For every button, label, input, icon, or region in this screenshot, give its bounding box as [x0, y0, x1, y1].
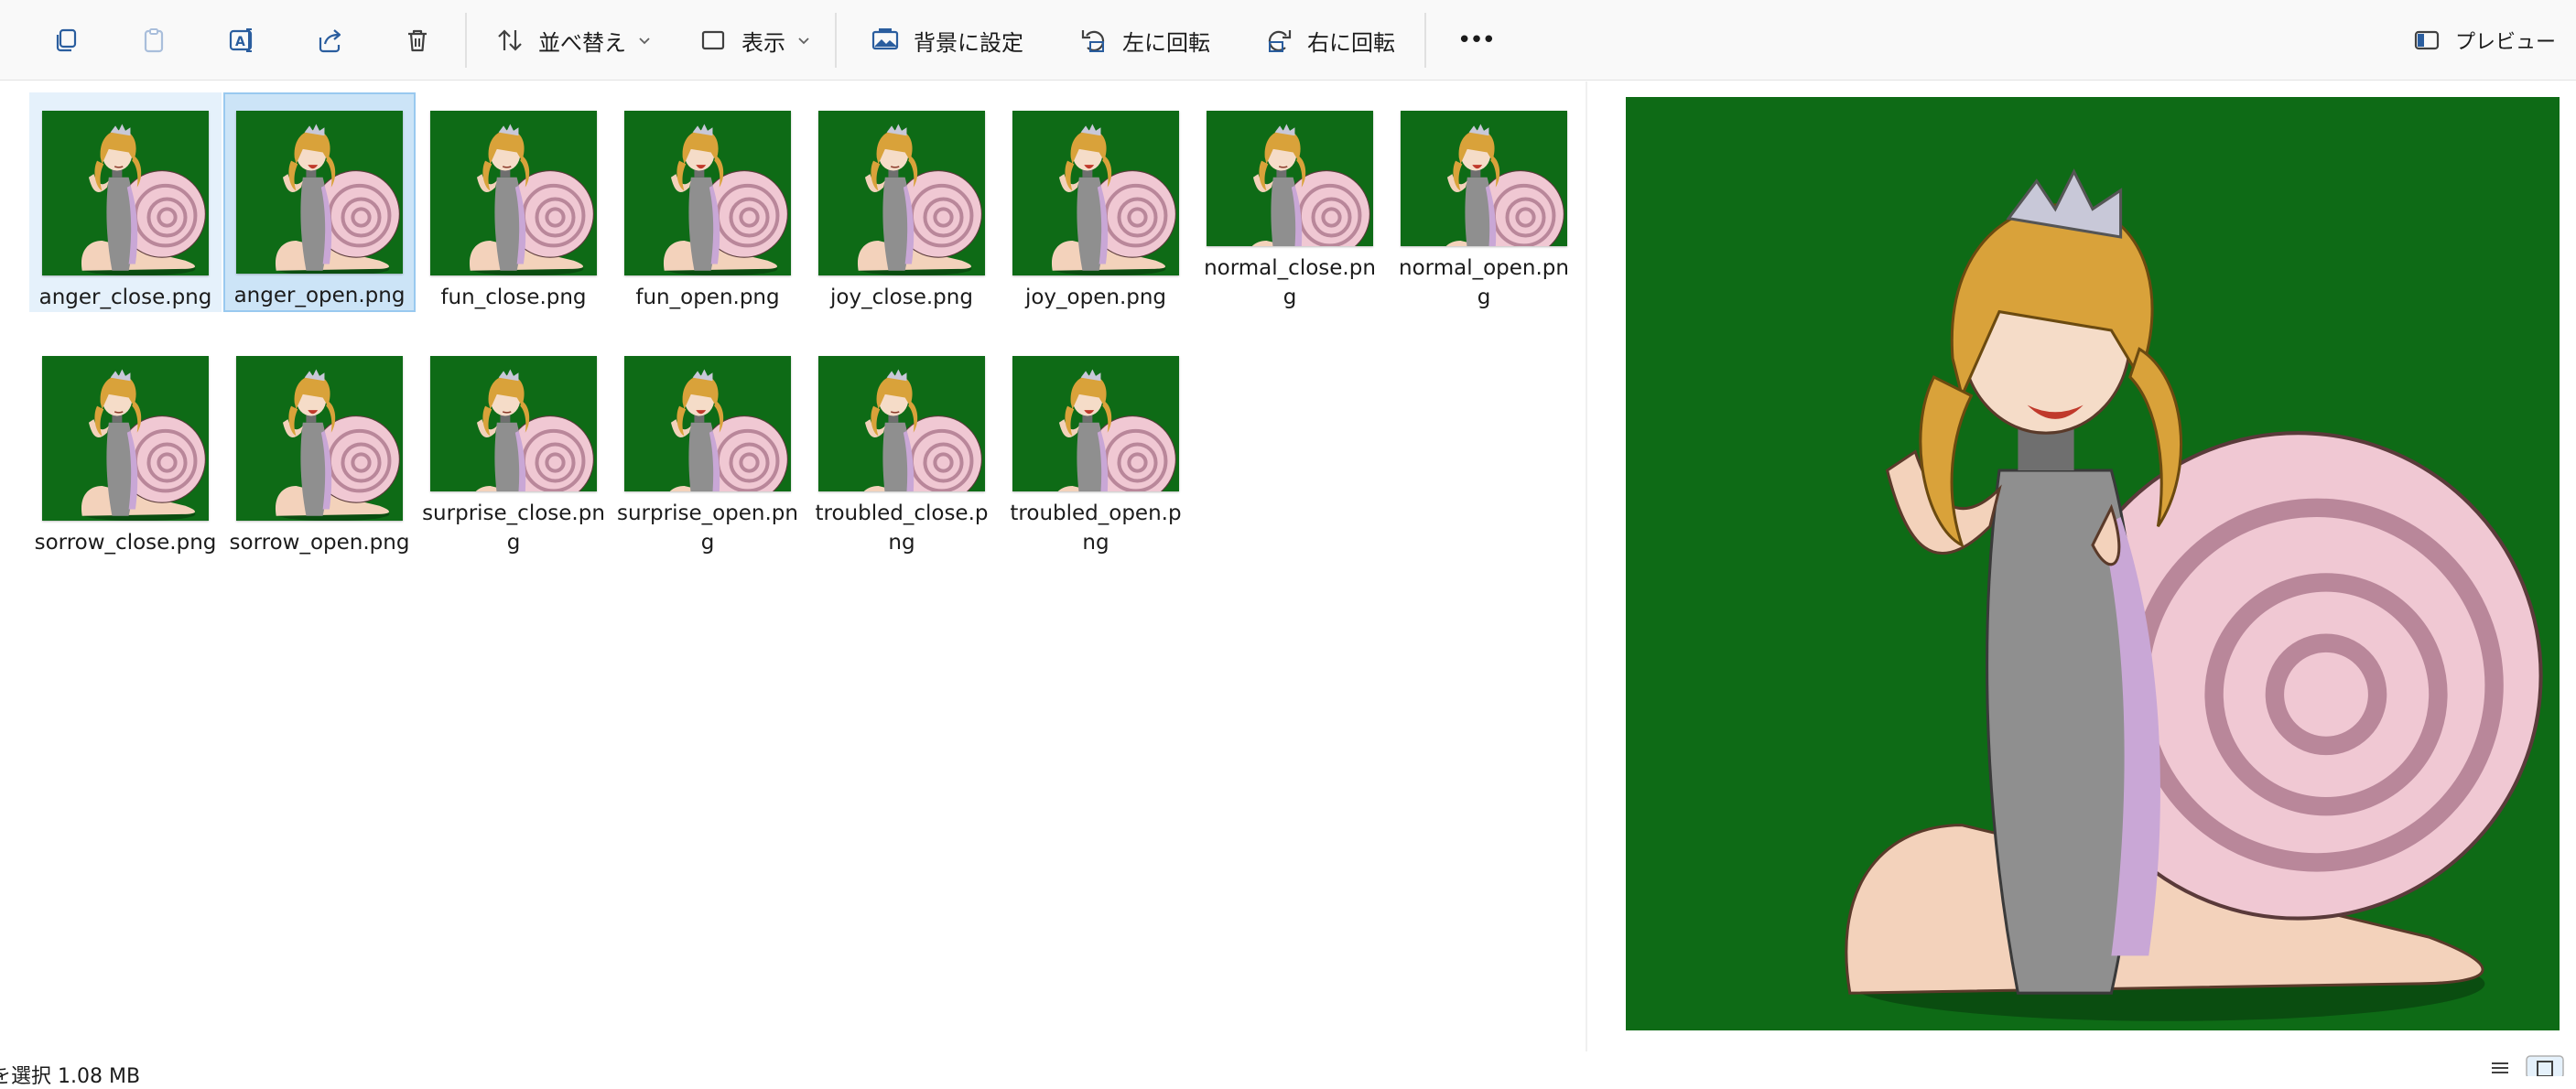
file-name-label: troubled_close.png	[815, 501, 989, 555]
status-bar: を選択 1.08 MB	[0, 1052, 2576, 1088]
file-thumbnail	[430, 356, 597, 491]
file-item[interactable]: normal_open.png	[1388, 92, 1580, 312]
file-item[interactable]: troubled_close.png	[806, 338, 998, 557]
toolbar-separator	[835, 13, 837, 68]
file-name-label: surprise_close.png	[422, 501, 605, 555]
large-icons-view-button[interactable]	[2525, 1052, 2565, 1076]
more-icon: •••	[1457, 27, 1496, 54]
chevron-down-icon	[637, 33, 652, 48]
file-name-label: fun_open.png	[635, 286, 780, 309]
preview-pane-icon	[2411, 25, 2442, 56]
file-name-label: sorrow_close.png	[34, 531, 217, 555]
file-item[interactable]: troubled_open.png	[1000, 338, 1192, 557]
chevron-down-icon	[796, 33, 811, 48]
set-background-button[interactable]: 背景に設定	[860, 16, 1033, 64]
file-item[interactable]: anger_open.png	[223, 92, 416, 312]
svg-text:A: A	[235, 35, 245, 49]
file-item[interactable]: joy_open.png	[1000, 92, 1192, 312]
file-item[interactable]: sorrow_open.png	[223, 338, 416, 557]
file-thumbnail	[1401, 111, 1567, 246]
rotate-right-label: 右に回転	[1307, 29, 1395, 56]
preview-image	[1626, 97, 2560, 1030]
toolbar-separator	[465, 13, 467, 68]
file-name-label: anger_open.png	[233, 284, 406, 307]
file-thumbnail	[818, 111, 985, 275]
rotate-right-button[interactable]: 右に回転	[1254, 16, 1404, 64]
file-name-label: joy_close.png	[830, 286, 973, 309]
sort-icon	[494, 25, 525, 56]
file-name-label: anger_close.png	[38, 286, 212, 309]
pane-divider[interactable]	[1586, 81, 1587, 1051]
file-item[interactable]: joy_close.png	[806, 92, 998, 312]
file-name-label: normal_close.png	[1204, 256, 1376, 309]
set-background-label: 背景に設定	[914, 29, 1023, 56]
file-thumbnail	[236, 356, 403, 521]
file-list: anger_close.png anger_open.png fun_close…	[0, 81, 1586, 1051]
file-thumbnail	[624, 356, 791, 491]
preview-pane-button[interactable]: プレビュー	[2402, 16, 2565, 64]
rotate-left-label: 左に回転	[1122, 29, 1210, 56]
file-item[interactable]: surprise_open.png	[612, 338, 804, 557]
command-bar: A 並べ替え 表示 背景に設定 左に回転 右に回転 ••• プレビュー	[0, 0, 2576, 81]
view-label: 表示	[741, 29, 785, 56]
share-icon[interactable]	[309, 20, 350, 60]
details-view-button[interactable]	[2479, 1052, 2519, 1076]
rotate-left-icon	[1078, 25, 1109, 56]
file-thumbnail	[1012, 356, 1179, 491]
status-text: を選択 1.08 MB	[0, 1065, 141, 1088]
file-thumbnail	[1012, 111, 1179, 275]
file-item[interactable]: normal_close.png	[1194, 92, 1386, 312]
file-item[interactable]: fun_open.png	[612, 92, 804, 312]
file-thumbnail	[430, 111, 597, 275]
file-thumbnail	[42, 356, 209, 521]
sort-button[interactable]: 並べ替え	[485, 16, 661, 64]
delete-icon[interactable]	[397, 20, 438, 60]
file-item[interactable]: fun_close.png	[417, 92, 610, 312]
file-thumbnail	[1207, 111, 1373, 246]
sort-label: 並べ替え	[538, 29, 626, 56]
file-item[interactable]: sorrow_close.png	[29, 338, 222, 557]
rename-icon[interactable]: A	[222, 20, 262, 60]
file-thumbnail	[42, 111, 209, 275]
more-options-button[interactable]: •••	[1448, 16, 1503, 64]
file-name-label: surprise_open.png	[617, 501, 798, 555]
preview-pane-label: プレビュー	[2455, 31, 2557, 54]
rotate-left-button[interactable]: 左に回転	[1069, 16, 1219, 64]
view-icon	[698, 25, 729, 56]
file-name-label: fun_close.png	[440, 286, 587, 309]
file-item[interactable]: surprise_close.png	[417, 338, 610, 557]
toolbar-separator	[1424, 13, 1426, 68]
file-name-label: normal_open.png	[1399, 256, 1569, 309]
paste-icon[interactable]	[134, 20, 174, 60]
file-thumbnail	[236, 111, 403, 274]
file-thumbnail	[624, 111, 791, 275]
view-button[interactable]: 表示	[688, 16, 820, 64]
file-name-label: troubled_open.png	[1010, 501, 1182, 555]
file-name-label: joy_open.png	[1024, 286, 1167, 309]
file-name-label: sorrow_open.png	[229, 531, 410, 555]
copy-icon[interactable]	[46, 20, 86, 60]
set-background-icon	[870, 25, 901, 56]
file-thumbnail	[818, 356, 985, 491]
file-item[interactable]: anger_close.png	[29, 92, 222, 312]
rotate-right-icon	[1263, 25, 1294, 56]
